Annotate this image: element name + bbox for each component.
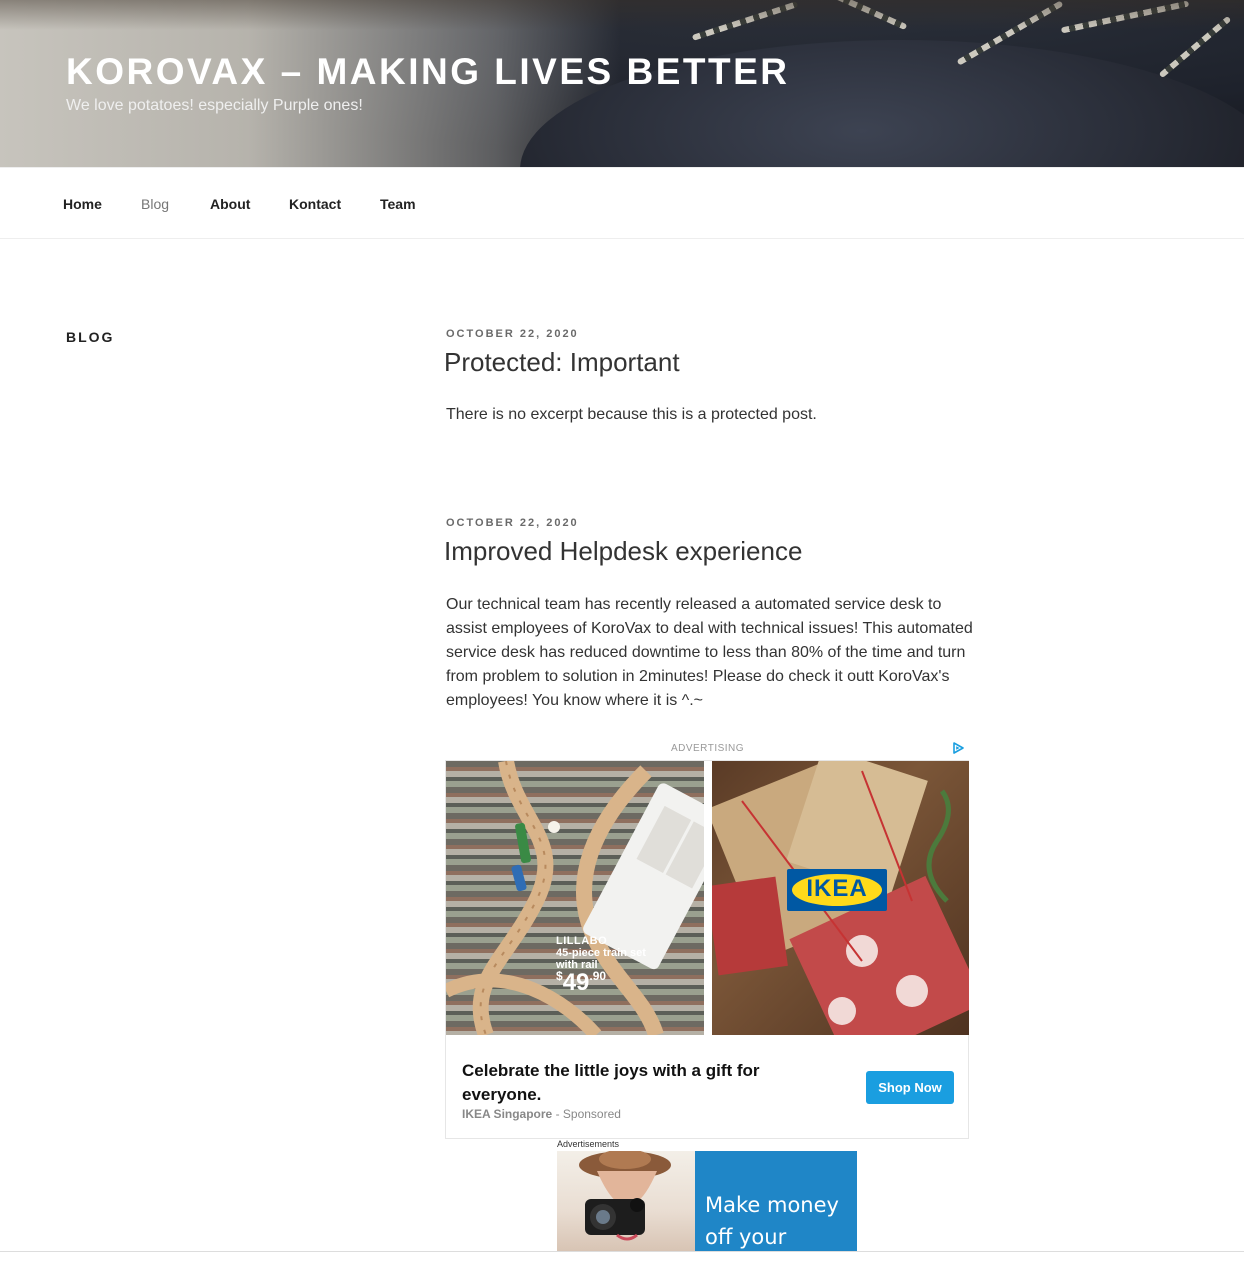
site-title[interactable]: KOROVAX – MAKING LIVES BETTER — [66, 51, 790, 93]
banner-ad-photo — [557, 1151, 697, 1251]
ad-sponsored: - Sponsored — [552, 1107, 621, 1121]
banner-ad[interactable]: Make money off your — [557, 1151, 857, 1251]
ad-price-cents: .90 — [589, 969, 607, 983]
site-header: KOROVAX – MAKING LIVES BETTER We love po… — [0, 0, 1244, 167]
ad-price-currency: $ — [556, 969, 563, 983]
ad-product-name: LILLABO — [556, 935, 608, 947]
post-excerpt: There is no excerpt because this is a pr… — [446, 406, 817, 423]
ad-image-gifts[interactable]: IKEA — [712, 761, 969, 1035]
divider — [0, 1251, 1244, 1252]
ad-source: IKEA Singapore - Sponsored — [462, 1107, 621, 1121]
banner-ad-text: Make money off your — [705, 1193, 839, 1249]
ikea-ad-card[interactable]: LILLABO 45-piece train set with rail $49… — [445, 760, 969, 1139]
adchoices-icon[interactable] — [952, 742, 964, 754]
post-excerpt: Our technical team has recently released… — [446, 596, 973, 709]
nav-item-about[interactable]: About — [210, 196, 250, 212]
ikea-logo: IKEA — [787, 869, 887, 911]
nav-item-home[interactable]: Home — [63, 196, 102, 212]
ad-price-main: 49 — [562, 969, 590, 996]
ad-image-train-set[interactable]: LILLABO 45-piece train set with rail $49… — [446, 761, 704, 1035]
shop-now-button[interactable]: Shop Now — [866, 1071, 954, 1104]
ad-label: ADVERTISING — [670, 743, 745, 754]
photographer-illustration — [579, 1151, 671, 1241]
ad-product-desc: 45-piece train set — [556, 947, 646, 959]
page-title: BLOG — [66, 329, 115, 345]
ikea-logo-text: IKEA — [806, 875, 868, 902]
post-date[interactable]: OCTOBER 22, 2020 — [446, 328, 579, 340]
ad-price: $49.90 — [556, 969, 606, 997]
post-date[interactable]: OCTOBER 22, 2020 — [446, 517, 579, 529]
main-navigation: Home Blog About Kontact Team — [0, 167, 1244, 239]
ad-caption[interactable]: Celebrate the little joys with a gift fo… — [462, 1059, 822, 1107]
header-shadow — [0, 0, 1244, 30]
nav-item-kontact[interactable]: Kontact — [289, 196, 341, 212]
post-title[interactable]: Improved Helpdesk experience — [444, 536, 802, 567]
nav-item-blog[interactable]: Blog — [141, 196, 169, 212]
site-description: We love potatoes! especially Purple ones… — [66, 97, 363, 114]
advertisements-label: Advertisements — [557, 1139, 620, 1149]
ad-advertiser: IKEA Singapore — [462, 1107, 553, 1121]
nav-item-team[interactable]: Team — [380, 196, 416, 212]
post-title[interactable]: Protected: Important — [444, 347, 680, 378]
